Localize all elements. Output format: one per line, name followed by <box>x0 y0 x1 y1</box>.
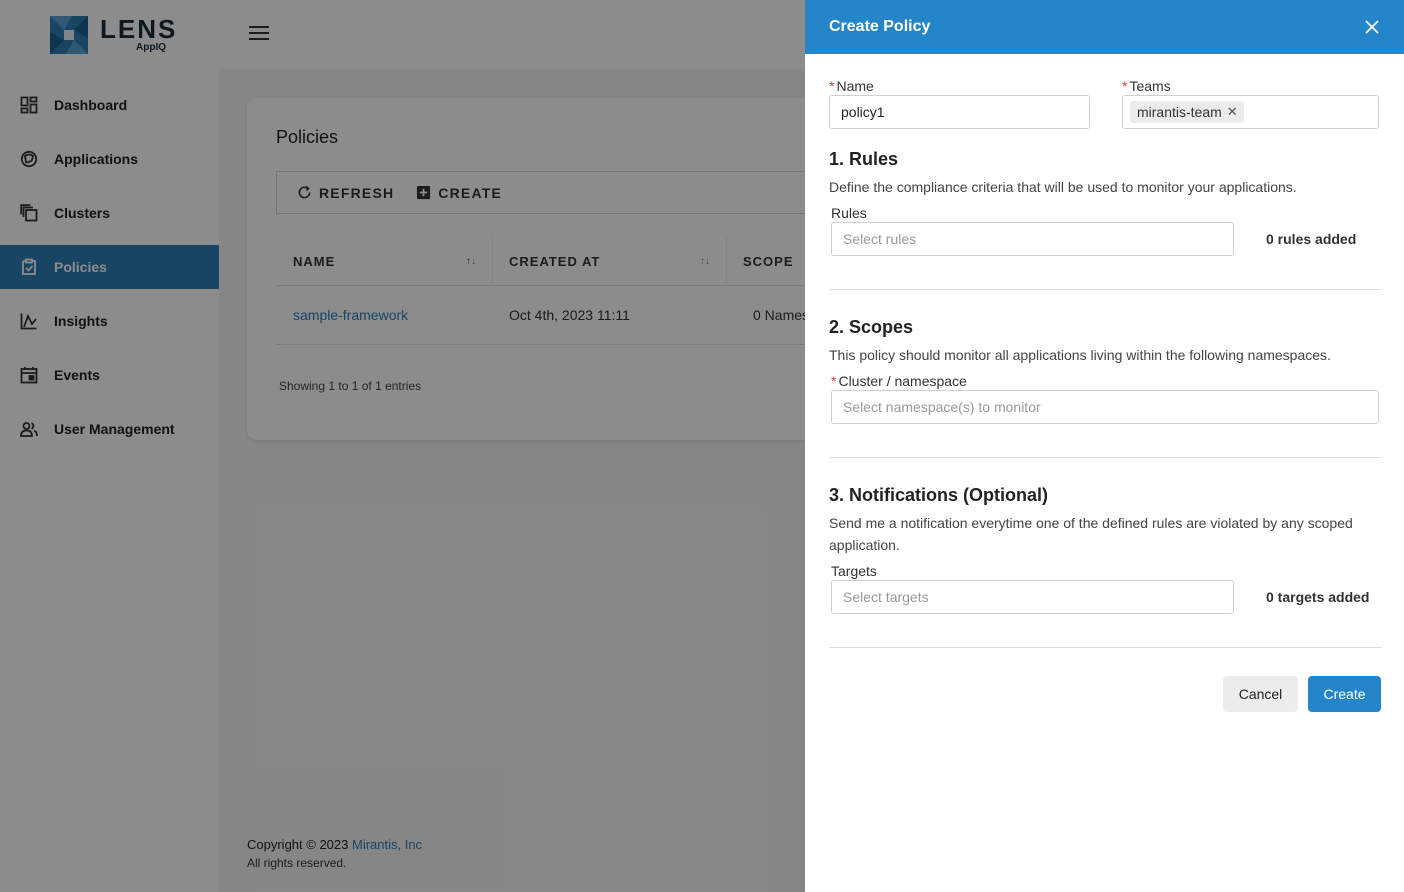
section-divider <box>829 289 1381 290</box>
notifications-section-title: 3. Notifications (Optional) <box>829 485 1048 505</box>
targets-count: 0 targets added <box>1266 589 1370 605</box>
remove-tag-icon[interactable]: ✕ <box>1227 104 1238 120</box>
name-label: * Name <box>829 78 874 94</box>
section-divider <box>829 457 1381 458</box>
rules-count: 0 rules added <box>1266 231 1357 247</box>
scopes-description: This policy should monitor all applicati… <box>829 347 1331 363</box>
rules-section-title: 1. Rules <box>829 149 899 169</box>
drawer-body: * Name policy1 * Teams mirantis-team ✕ 1. R… <box>805 54 1404 892</box>
drawer-title: Create Policy <box>829 18 931 35</box>
targets-select[interactable]: Select targets <box>831 580 1234 614</box>
drawer-header: Create Policy <box>805 0 1404 54</box>
targets-label: Targets <box>831 563 877 579</box>
team-tag: mirantis-team ✕ <box>1130 101 1244 123</box>
rules-description: Define the compliance criteria that will… <box>829 179 1297 195</box>
create-policy-drawer: Create Policy * Name policy1 * Teams miran… <box>805 0 1404 892</box>
notifications-description: Send me a notification everytime one of … <box>829 515 1353 553</box>
section-divider <box>829 647 1381 648</box>
modal-overlay[interactable] <box>0 0 805 892</box>
cluster-namespace-label: * Cluster / namespace <box>831 373 967 389</box>
required-marker: * <box>831 373 837 389</box>
rules-label: Rules <box>831 205 867 221</box>
teams-select[interactable]: mirantis-team ✕ <box>1122 95 1379 129</box>
rules-select[interactable]: Select rules <box>831 222 1234 256</box>
namespace-select[interactable]: Select namespace(s) to monitor <box>831 390 1379 424</box>
teams-label: * Teams <box>1122 78 1171 94</box>
cancel-button[interactable]: Cancel <box>1223 676 1298 712</box>
create-policy-button[interactable]: Create <box>1308 676 1381 712</box>
required-marker: * <box>829 78 835 94</box>
name-input[interactable]: policy1 <box>829 95 1090 129</box>
scopes-section-title: 2. Scopes <box>829 317 914 337</box>
required-marker: * <box>1122 78 1128 94</box>
close-icon[interactable] <box>1364 19 1380 35</box>
